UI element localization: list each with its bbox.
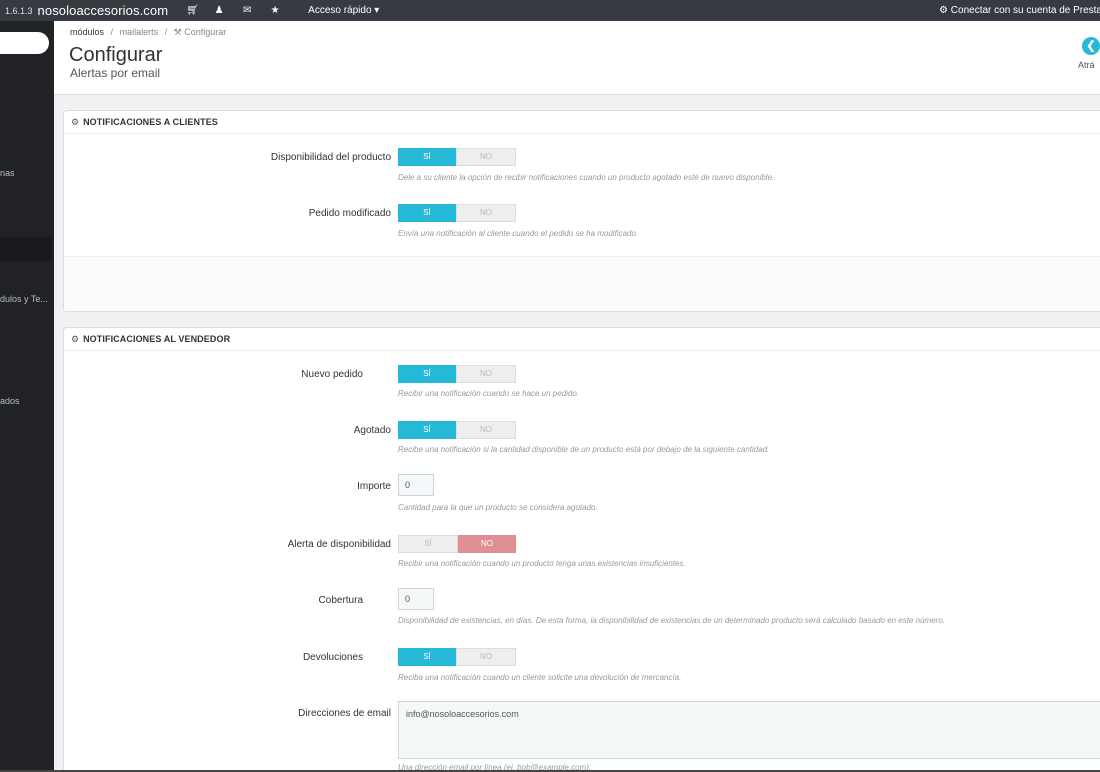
connect-label: Conectar con su cuenta de Presta	[950, 5, 1100, 16]
sidebar: nas dulos y Te... ados	[0, 21, 54, 772]
sidebar-item-active[interactable]	[0, 237, 52, 262]
switch-yes[interactable]: SÍ	[398, 204, 456, 222]
stock-alert-label: Alerta de disponibilidad	[287, 539, 391, 550]
cogs-icon: ⚙	[71, 333, 80, 344]
trophy-icon[interactable]: ★	[270, 5, 280, 16]
order-modified-help: Envía una notificación al cliente cuando…	[398, 229, 639, 238]
breadcrumb: módulos / mailalerts / ⚒ Configurar	[70, 27, 226, 38]
new-order-help: Recibir una notificación cuando se hace …	[398, 389, 580, 398]
emails-label: Direcciones de email	[298, 708, 391, 719]
sidebar-search-input[interactable]	[0, 32, 49, 54]
out-of-stock-switch[interactable]: SÍ NO	[398, 421, 516, 439]
sidebar-item-0[interactable]: nas	[0, 168, 15, 178]
switch-no[interactable]: NO	[456, 204, 516, 222]
panel-clients-title: NOTIFICACIONES A CLIENTES	[83, 117, 218, 127]
page-subtitle: Alertas por email	[70, 66, 161, 80]
wrench-icon: ⚒	[173, 27, 182, 37]
amount-input[interactable]: 0	[398, 474, 434, 496]
product-availability-help: Dele a su cliente la opción de recibir n…	[398, 173, 775, 182]
amount-help: Cantidad para la que un producto se cons…	[398, 503, 598, 512]
panel-clients: ⚙ NOTIFICACIONES A CLIENTES	[63, 110, 1100, 312]
stock-alert-switch[interactable]: SÍ NO	[398, 535, 516, 553]
out-of-stock-help: Recibe una notificación si la cantidad d…	[398, 445, 770, 454]
switch-yes[interactable]: SÍ	[398, 535, 458, 553]
cogs-icon: ⚙	[71, 116, 80, 127]
switch-no[interactable]: NO	[458, 535, 516, 553]
returns-help: Reciba una notificación cuando un client…	[398, 673, 682, 682]
breadcrumb-item-2: Configurar	[184, 27, 227, 37]
shop-name-link[interactable]: nosoloaccesorios.com	[38, 3, 169, 18]
switch-yes[interactable]: SÍ	[398, 421, 456, 439]
link-icon: ⚙	[939, 5, 949, 16]
switch-no[interactable]: NO	[456, 148, 516, 166]
envelope-icon[interactable]: ✉	[242, 5, 252, 16]
page-title: Configurar	[69, 44, 163, 66]
breadcrumb-item-0[interactable]: módulos	[70, 27, 104, 37]
switch-yes[interactable]: SÍ	[398, 648, 456, 666]
returns-switch[interactable]: SÍ NO	[398, 648, 516, 666]
back-label: Atrá	[1078, 60, 1095, 70]
page-header: módulos / mailalerts / ⚒ Configurar Conf…	[54, 21, 1100, 95]
version-label: 1.6.1.3	[5, 5, 33, 16]
emails-textarea[interactable]: info@nosoloaccesorios.com	[398, 701, 1100, 759]
sidebar-item-2[interactable]: ados	[0, 396, 20, 406]
breadcrumb-sep: /	[164, 27, 168, 37]
panel-vendor-title: NOTIFICACIONES AL VENDEDOR	[83, 334, 231, 344]
amount-label: Importe	[357, 481, 391, 492]
product-availability-label: Disponibilidad del producto	[270, 152, 391, 163]
panel-vendor-header: ⚙ NOTIFICACIONES AL VENDEDOR	[64, 328, 1100, 351]
switch-no[interactable]: NO	[456, 648, 516, 666]
new-order-switch[interactable]: SÍ NO	[398, 365, 516, 383]
quick-access-dropdown[interactable]: Acceso rápido ▾	[308, 5, 379, 16]
order-modified-switch[interactable]: SÍ NO	[398, 204, 516, 222]
new-order-label: Nuevo pedido	[301, 369, 363, 380]
arrow-left-icon: ❮	[1082, 37, 1100, 55]
cart-icon[interactable]: 🛒︎	[186, 5, 199, 16]
panel-clients-footer	[64, 256, 1100, 311]
coverage-help: Disponibilidad de existencias, en días. …	[398, 616, 945, 625]
breadcrumb-sep: /	[110, 27, 114, 37]
out-of-stock-label: Agotado	[353, 425, 391, 436]
order-modified-label: Pedido modificado	[308, 208, 391, 219]
stock-alert-help: Recibir una notificación cuando un produ…	[398, 559, 686, 568]
top-bar: 1.6.1.3 nosoloaccesorios.com 🛒︎ ♟ ✉ ★ Ac…	[0, 0, 1100, 21]
switch-yes[interactable]: SÍ	[398, 365, 456, 383]
panel-clients-header: ⚙ NOTIFICACIONES A CLIENTES	[64, 111, 1100, 134]
returns-label: Devoluciones	[302, 652, 363, 663]
back-button[interactable]: ❮ Atrá	[1078, 37, 1100, 70]
switch-yes[interactable]: SÍ	[398, 148, 456, 166]
coverage-label: Cobertura	[318, 595, 363, 606]
breadcrumb-item-1[interactable]: mailalerts	[120, 27, 159, 37]
coverage-input[interactable]: 0	[398, 588, 434, 610]
switch-no[interactable]: NO	[456, 421, 516, 439]
connect-account-link[interactable]: ⚙ Conectar con su cuenta de Presta	[939, 5, 1100, 16]
switch-no[interactable]: NO	[456, 365, 516, 383]
user-icon[interactable]: ♟	[214, 5, 224, 16]
product-availability-switch[interactable]: SÍ NO	[398, 148, 516, 166]
sidebar-item-1[interactable]: dulos y Te...	[0, 294, 48, 304]
